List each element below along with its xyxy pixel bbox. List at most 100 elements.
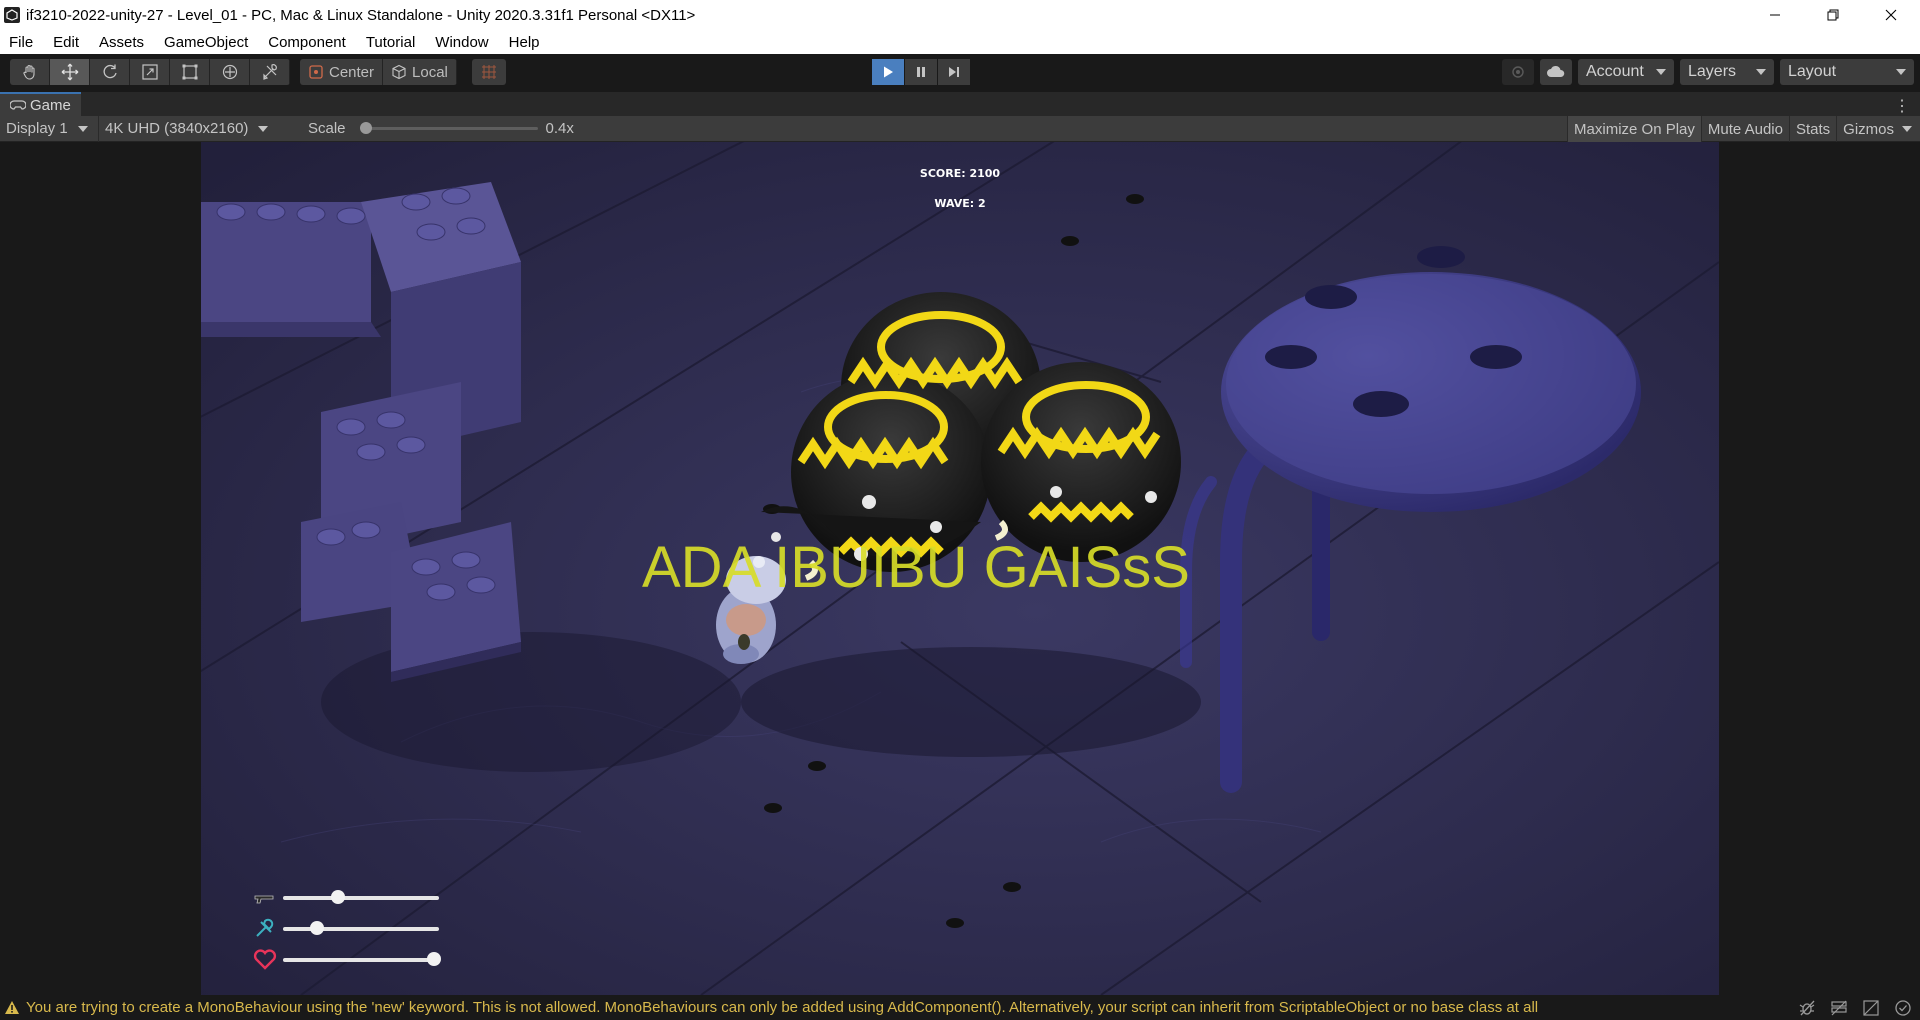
- progress-check-icon[interactable]: [1894, 999, 1912, 1017]
- weapon-stat-row: [251, 882, 439, 913]
- gun-icon: [251, 887, 279, 909]
- account-dropdown[interactable]: Account: [1578, 59, 1674, 85]
- account-label: Account: [1586, 63, 1644, 80]
- minimize-button[interactable]: [1746, 0, 1804, 30]
- menu-tutorial[interactable]: Tutorial: [356, 34, 425, 51]
- shadow: [741, 647, 1201, 757]
- chevron-down-icon: [77, 125, 88, 132]
- menu-gameobject[interactable]: GameObject: [154, 34, 258, 51]
- health-slider-thumb[interactable]: [427, 951, 442, 966]
- console-status-bar[interactable]: You are trying to create a MonoBehaviour…: [0, 995, 1920, 1020]
- restore-button[interactable]: [1804, 0, 1862, 30]
- cloud-button[interactable]: [1540, 59, 1572, 85]
- display-label: Display 1: [6, 120, 68, 137]
- pivot-icon: [309, 65, 323, 79]
- play-icon: [884, 66, 893, 78]
- gizmos-label: Gizmos: [1843, 120, 1894, 138]
- pivot-local-toggle[interactable]: Local: [383, 59, 457, 85]
- pivot-center-toggle[interactable]: Center: [300, 59, 384, 85]
- cache-server-icon[interactable]: [1830, 999, 1848, 1017]
- debug-icon[interactable]: [1798, 999, 1816, 1017]
- console-message: You are trying to create a MonoBehaviour…: [26, 999, 1539, 1016]
- close-button[interactable]: [1862, 0, 1920, 30]
- wave-banner-text: ADA IBUIBU GAISsS: [642, 535, 1190, 600]
- speed-slider[interactable]: [283, 920, 439, 935]
- move-tool-icon[interactable]: [50, 59, 90, 85]
- chevron-down-icon: [1656, 69, 1666, 75]
- window-title: if3210-2022-unity-27 - Level_01 - PC, Ma…: [26, 6, 696, 24]
- weapon-slider[interactable]: [283, 889, 439, 904]
- warning-icon: [5, 1001, 19, 1014]
- layers-dropdown[interactable]: Layers: [1680, 59, 1774, 85]
- stats-toggle[interactable]: Stats: [1788, 116, 1836, 142]
- resolution-dropdown[interactable]: 4K UHD (3840x2160): [98, 115, 298, 142]
- transform-tools: [10, 59, 290, 85]
- toolbar-right: Account Layers Layout: [1502, 59, 1914, 85]
- gamepad-icon: [10, 100, 26, 110]
- maximize-on-play-toggle[interactable]: Maximize On Play: [1567, 116, 1701, 142]
- play-button[interactable]: [872, 59, 904, 85]
- game-view-toggles: Maximize On Play Mute Audio Stats Gizmos: [1567, 116, 1920, 142]
- speed-stat-row: [251, 913, 439, 944]
- pivot-center-label: Center: [329, 63, 375, 81]
- chevron-down-icon: [258, 125, 269, 132]
- grid-snap-icon: [482, 65, 496, 79]
- gizmos-toggle[interactable]: Gizmos: [1836, 116, 1920, 142]
- score-text: SCORE: 2100: [919, 167, 1001, 180]
- scale-tool-icon[interactable]: [130, 59, 170, 85]
- menu-assets[interactable]: Assets: [89, 34, 154, 51]
- menu-bar: File Edit Assets GameObject Component Tu…: [0, 30, 1920, 54]
- unity-logo-icon: [4, 7, 20, 23]
- step-button[interactable]: [938, 59, 970, 85]
- layers-label: Layers: [1688, 63, 1737, 80]
- health-stat-row: [251, 944, 442, 975]
- play-controls: [872, 59, 971, 85]
- scale-label: Scale: [308, 120, 346, 137]
- pause-icon: [917, 67, 925, 77]
- menu-file[interactable]: File: [0, 34, 43, 51]
- custom-tool-icon[interactable]: [250, 59, 290, 85]
- rotate-tool-icon[interactable]: [90, 59, 130, 85]
- cloud-icon: [1547, 65, 1565, 77]
- rect-tool-icon[interactable]: [170, 59, 210, 85]
- hand-tool-icon[interactable]: [10, 59, 50, 85]
- speed-slider-thumb[interactable]: [310, 920, 325, 935]
- local-space-icon: [392, 64, 406, 80]
- pause-button[interactable]: [905, 59, 937, 85]
- tab-game-label: Game: [30, 96, 71, 114]
- weapon-slider-thumb[interactable]: [330, 889, 345, 904]
- game-tab-strip: Game ⋮: [0, 92, 1920, 116]
- pivot-local-label: Local: [412, 63, 448, 81]
- layout-label: Layout: [1788, 63, 1837, 80]
- scale-slider[interactable]: [359, 122, 538, 134]
- scale-slider-thumb[interactable]: [359, 122, 372, 134]
- wave-text: WAVE: 2: [934, 197, 986, 210]
- more-options-icon[interactable]: ⋮: [1894, 96, 1910, 116]
- pivot-toggles: Center Local: [300, 59, 457, 85]
- game-viewport: SCORE: 2100 WAVE: 2 ADA IBUIBU GAISsS: [0, 142, 1920, 995]
- chevron-down-icon: [1896, 69, 1906, 75]
- menu-component[interactable]: Component: [258, 34, 356, 51]
- transform-tool-icon[interactable]: [210, 59, 250, 85]
- display-dropdown[interactable]: Display 1: [0, 116, 98, 142]
- grid-snap-button[interactable]: [472, 59, 506, 85]
- mute-audio-toggle[interactable]: Mute Audio: [1700, 116, 1789, 142]
- menu-window[interactable]: Window: [425, 34, 498, 51]
- menu-help[interactable]: Help: [499, 34, 550, 51]
- resolution-label: 4K UHD (3840x2160): [105, 120, 249, 137]
- menu-edit[interactable]: Edit: [43, 34, 89, 51]
- layout-dropdown[interactable]: Layout: [1780, 59, 1914, 85]
- speed-icon: [251, 918, 279, 940]
- chevron-down-icon: [1756, 69, 1766, 75]
- shadow: [321, 632, 741, 772]
- game-render[interactable]: SCORE: 2100 WAVE: 2 ADA IBUIBU GAISsS: [201, 142, 1719, 995]
- collab-button[interactable]: [1502, 59, 1534, 85]
- game-view-toolbar: Display 1 4K UHD (3840x2160) Scale 0.4x …: [0, 115, 1920, 142]
- step-icon: [949, 67, 959, 77]
- scale-value: 0.4x: [545, 120, 574, 137]
- health-slider[interactable]: [283, 951, 442, 966]
- tab-game[interactable]: Game: [0, 92, 81, 116]
- auto-generate-lighting-icon[interactable]: [1862, 999, 1880, 1017]
- collab-icon: [1512, 66, 1524, 78]
- heart-icon: [251, 948, 279, 971]
